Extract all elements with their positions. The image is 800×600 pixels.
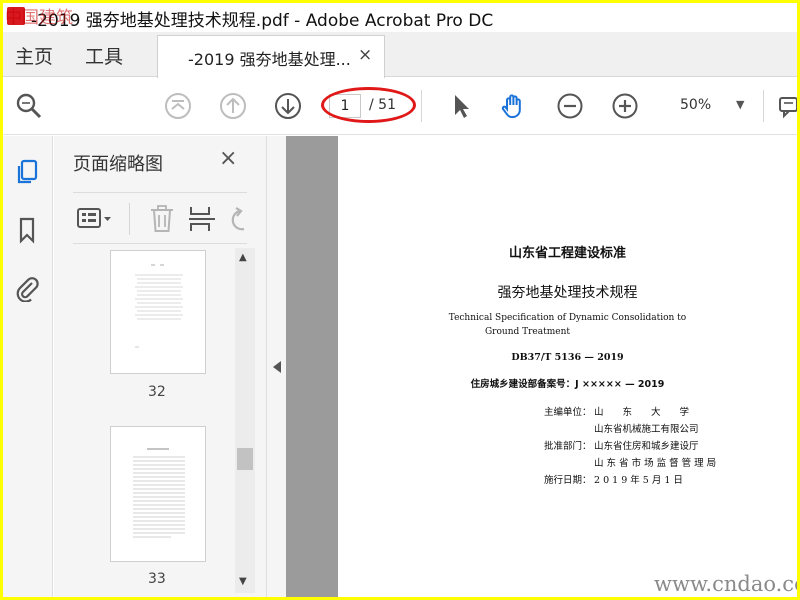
page-thumbnail-33[interactable] — [110, 426, 206, 562]
left-navigation-rail — [3, 136, 53, 597]
doc-title-en-line2: Ground Treatment — [484, 327, 570, 337]
bookmarks-icon[interactable] — [14, 216, 40, 244]
doc-code: DB37/T 5136 — 2019 — [511, 352, 624, 363]
document-tab-label: -2019 强夯地基处理... — [188, 50, 351, 69]
panel-collapse-strip[interactable] — [266, 136, 286, 597]
doc-record-number: 住房城乡建设部备案号：J ××××× — 2019 — [470, 379, 665, 390]
thumbnail-page-number: 33 — [148, 571, 166, 587]
thumbnail-panel: 页面缩略图 × 32 33 ▲ ▼ — [54, 136, 266, 597]
scroll-down-icon[interactable]: ▼ — [239, 576, 247, 587]
search-icon[interactable] — [15, 92, 43, 120]
close-tab-icon[interactable]: × — [358, 45, 372, 65]
next-page-icon[interactable] — [274, 92, 302, 120]
doc-row-label: 施行日期： — [544, 475, 592, 486]
tab-tools[interactable]: 工具 — [85, 42, 123, 69]
scroll-up-icon[interactable]: ▲ — [239, 252, 247, 263]
panel-title: 页面缩略图 — [73, 154, 163, 175]
document-view[interactable]: 山东省工程建设标准 强夯地基处理技术规程 Technical Specifica… — [286, 136, 797, 597]
watermark-top: 中国建筑 — [5, 8, 73, 28]
select-cursor-icon[interactable] — [447, 92, 475, 120]
watermark-bottom: www.cndao.com — [654, 572, 797, 596]
highlight-ellipse — [321, 87, 416, 123]
toolbar: 1 / 51 50% ▼ — [3, 78, 797, 135]
doc-category: 山东省工程建设标准 — [508, 246, 626, 261]
previous-page-icon[interactable] — [219, 92, 247, 120]
doc-row-value: 山东省住房和城乡建设厅 — [594, 441, 699, 452]
doc-row-label: 主编单位： — [544, 407, 592, 418]
toolbar-separator — [421, 90, 422, 122]
zoom-out-icon[interactable] — [556, 92, 584, 120]
doc-row-value: 山 东 大 学 — [594, 407, 690, 418]
panel-toolbar-separator — [129, 203, 130, 235]
doc-row-value: 2 0 1 9 年 5 月 1 日 — [594, 475, 683, 486]
scrollbar-thumb[interactable] — [237, 448, 253, 470]
thumbnail-page-number: 32 — [148, 384, 166, 400]
thumbnail-scrollbar[interactable]: ▲ ▼ — [235, 248, 255, 593]
acrobat-window: -2019 强夯地基处理技术规程.pdf - Adobe Acrobat Pro… — [3, 3, 797, 597]
collapse-arrow-icon[interactable] — [272, 360, 282, 374]
zoom-dropdown-icon[interactable]: ▼ — [736, 98, 744, 111]
toolbar-separator — [763, 90, 764, 122]
comment-tool-icon[interactable] — [775, 92, 797, 120]
page-thumbnail-content — [133, 448, 185, 538]
close-panel-icon[interactable]: × — [219, 146, 237, 171]
tab-bar: 主页 工具 -2019 强夯地基处理... × — [3, 32, 797, 78]
rotate-page-icon[interactable] — [228, 205, 248, 233]
title-bar: -2019 强夯地基处理技术规程.pdf - Adobe Acrobat Pro… — [3, 3, 797, 31]
zoom-level[interactable]: 50% — [680, 97, 711, 113]
insert-page-icon[interactable] — [188, 204, 216, 234]
hand-tool-icon[interactable] — [500, 92, 528, 120]
first-page-icon[interactable] — [164, 92, 192, 120]
page-thumbnail-32[interactable] — [110, 250, 206, 374]
zoom-in-icon[interactable] — [611, 92, 639, 120]
page-thumbnails-icon[interactable] — [14, 158, 40, 186]
doc-row-value: 山 东 省 市 场 监 督 管 理 局 — [594, 458, 717, 469]
attachments-icon[interactable] — [14, 274, 40, 302]
panel-toolbar — [73, 192, 247, 244]
doc-title-cn: 强夯地基处理技术规程 — [497, 285, 638, 301]
pdf-page: 山东省工程建设标准 强夯地基处理技术规程 Technical Specifica… — [338, 136, 797, 597]
delete-page-icon[interactable] — [149, 204, 175, 234]
doc-title-en-line1: Technical Specification of Dynamic Conso… — [448, 313, 687, 323]
doc-row-value: 山东省机械施工有限公司 — [594, 424, 699, 435]
tab-document[interactable]: -2019 强夯地基处理... × — [157, 35, 385, 78]
window-title: -2019 强夯地基处理技术规程.pdf - Adobe Acrobat Pro… — [31, 11, 494, 31]
doc-row-label: 批准部门： — [544, 441, 592, 452]
page-thumbnail-content — [135, 264, 183, 348]
tab-home[interactable]: 主页 — [15, 42, 53, 69]
thumbnail-options-icon[interactable] — [77, 207, 113, 231]
